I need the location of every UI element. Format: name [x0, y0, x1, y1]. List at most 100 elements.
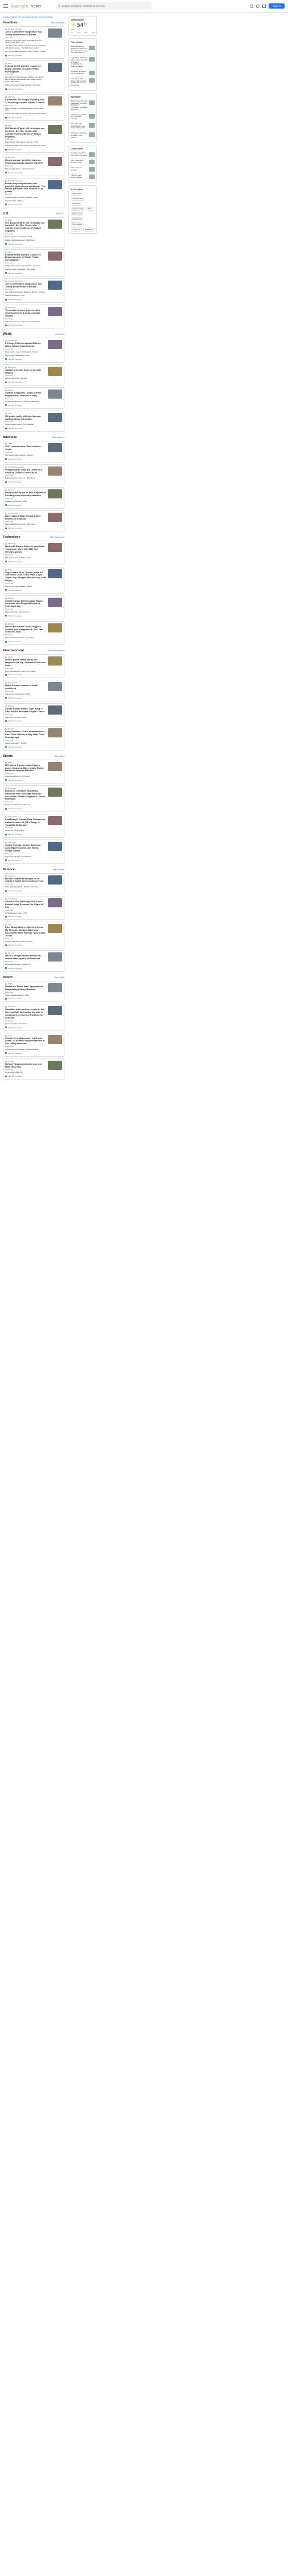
full-coverage-link[interactable]: View Full Coverage [5, 720, 62, 722]
story-card[interactable]: CNN COVID-19 in Wisconsin: 2,875 new case… [3, 1032, 64, 1057]
story-thumbnail[interactable] [48, 656, 62, 666]
full-coverage-link[interactable]: View Full Coverage [5, 1075, 62, 1077]
story-card[interactable]: Reuters Catalan Separatist Leader, Carles… [3, 387, 64, 409]
related-story[interactable]: White Sands footprints - The New York Ti… [5, 886, 62, 889]
section-title[interactable]: Health [3, 976, 13, 979]
full-coverage-link[interactable]: View Full Coverage [5, 116, 62, 119]
story-card[interactable]: Fox News Illinois woman identifies body a… [3, 155, 64, 176]
story-thumbnail[interactable] [48, 787, 62, 797]
signin-button[interactable]: Sign in [269, 3, 285, 9]
related-story[interactable]: Flying microchip - New Scientist [5, 611, 62, 614]
story-card[interactable]: STAT Where's a 'Force Free' Approach to D… [3, 980, 64, 1003]
topic-chip[interactable]: Brian Laundrie [71, 222, 84, 227]
section-more-link[interactable]: More World [55, 333, 64, 335]
story-card[interactable]: The Athletic Panthers: Christian McCaffre… [3, 785, 64, 813]
related-story[interactable]: Collierville shooting - The Commercial A… [5, 321, 62, 323]
related-story[interactable]: Quad leaders meet in Washington - Reuter… [5, 351, 62, 354]
section-title[interactable]: Technology [3, 536, 20, 539]
story-thumbnail[interactable] [48, 1006, 62, 1016]
related-story[interactable]: Kidney disease equation - NPR [5, 994, 62, 997]
apps-icon[interactable] [262, 4, 266, 8]
related-story[interactable]: NASA telescope plans - NPR [5, 912, 62, 915]
story-thumbnail[interactable] [48, 1035, 62, 1044]
story-card[interactable]: The Wall Street Journal Evergrande Is Onl… [3, 464, 64, 486]
full-coverage-link[interactable]: View Full Coverage [5, 481, 62, 483]
story-thumbnail[interactable] [48, 125, 62, 135]
covid-banner-link[interactable]: COVID-19 News: See the latest coverage o… [3, 16, 64, 18]
rail-item[interactable]: Prince George's students return [71, 159, 95, 167]
section-more-link[interactable]: More Health [54, 976, 64, 979]
story-thumbnail[interactable] [48, 412, 62, 422]
story-card[interactable]: Space.com Human footprints thought to be … [3, 873, 64, 895]
full-coverage-link[interactable]: View Full Coverage [5, 204, 62, 206]
story-card[interactable]: Engadget One of the Steam Deck's biggest … [3, 620, 64, 646]
story-card[interactable]: NBC News Canadian man punches nurse in th… [3, 1004, 64, 1031]
related-story[interactable]: Vampire bats share meals - Science [5, 940, 62, 943]
full-coverage-link[interactable]: View Full Coverage [5, 172, 62, 174]
story-card[interactable]: CBS Sports Justin Thomas, Jordan Spieth t… [3, 839, 64, 864]
search-input[interactable]: ⚲ Search for topics, locations & sources [56, 2, 152, 10]
story-thumbnail[interactable] [48, 29, 62, 38]
story-thumbnail[interactable] [48, 157, 62, 167]
section-more-link[interactable]: More Science [53, 869, 64, 871]
related-story[interactable]: CDC panel backs boosters - Reuters [5, 454, 62, 457]
full-coverage-link[interactable]: View Full Coverage [5, 779, 62, 781]
section-more-link[interactable]: More Sports [54, 755, 64, 757]
story-card[interactable]: ABC News Tennessee Kroger grocery store s… [3, 305, 64, 329]
story-thumbnail[interactable] [48, 63, 62, 72]
story-card[interactable]: ABC News Collierville, TN Kroger shooting… [3, 94, 64, 121]
story-thumbnail[interactable] [48, 366, 62, 376]
related-story[interactable]: Marsquake recorded - Space.com [5, 963, 62, 966]
story-card[interactable]: CNN UK police guilty killing of woman wal… [3, 410, 64, 432]
topic-chip[interactable]: Gabby Petito [71, 192, 83, 196]
story-card[interactable]: Billboard Carole Baskin Slams 'Tiger King… [3, 703, 64, 725]
section-more-link[interactable]: More Entertainment [48, 650, 64, 652]
section-title[interactable]: Business [3, 436, 17, 439]
related-story[interactable]: Mario movie cast revealed - Variety [5, 585, 62, 588]
story-card[interactable]: CNN Federal arrest warrant issued for Bri… [3, 249, 64, 277]
related-story[interactable]: Laundrie search continues - ABC News [5, 268, 62, 271]
related-story[interactable]: Evergrande bond payment - Bloomberg [5, 477, 62, 480]
story-thumbnail[interactable] [48, 597, 62, 607]
topic-chip[interactable]: Pfizer booster [71, 212, 84, 217]
story-thumbnail[interactable] [48, 705, 62, 715]
full-coverage-link[interactable]: View Full Coverage [5, 697, 62, 699]
related-story[interactable]: Suspect dead after shooting - The Commer… [5, 112, 62, 115]
story-thumbnail[interactable] [48, 842, 62, 851]
related-story[interactable]: Border agents on horseback - CNN [5, 236, 62, 238]
story-card[interactable]: Rolling Stone Willie Garson's cause of de… [3, 680, 64, 701]
full-coverage-link[interactable]: View Full Coverage [5, 1027, 62, 1029]
full-coverage-link[interactable]: View Full Coverage [5, 504, 62, 506]
full-coverage-link[interactable]: View Full Coverage [5, 358, 62, 360]
related-story[interactable]: Harry and Meghan in New York - People [5, 670, 62, 673]
rail-item[interactable]: Fact check: Mel Gibson did not claim COV… [71, 77, 95, 88]
story-card[interactable]: CNN I Got Blood With a Little Help From M… [3, 922, 64, 949]
full-coverage-link[interactable]: View Full Coverage [5, 243, 62, 245]
full-coverage-link[interactable]: View Full Coverage [5, 808, 62, 810]
topic-chip[interactable]: Quad summit [71, 217, 83, 222]
related-story[interactable]: Haitians at Texas border camp - The New … [5, 144, 62, 147]
related-story[interactable]: N64 games come to Switch - IGN [5, 557, 62, 559]
story-thumbnail[interactable] [48, 307, 62, 317]
story-thumbnail[interactable] [48, 251, 62, 261]
related-story[interactable]: Puigdemont detained in Sardinia - BBC Ne… [5, 400, 62, 403]
related-story[interactable]: Federal arrest warrant issued for Brian … [5, 76, 62, 83]
full-coverage-link[interactable]: View Full Coverage [5, 427, 62, 429]
story-thumbnail[interactable] [48, 489, 62, 499]
topic-chip[interactable]: Jan 6 subpoena [71, 197, 85, 201]
related-story[interactable]: Week 3 predictions - CBS Sports [5, 775, 62, 778]
topic-chip[interactable]: Kroger shooting [71, 207, 85, 212]
related-story[interactable]: Local health news - AP [5, 1071, 62, 1074]
story-card[interactable]: Deadline Early Addition: Citrus Grandmoth… [3, 726, 64, 751]
full-coverage-link[interactable]: View Full Coverage [5, 298, 62, 301]
related-story[interactable]: Wisconsin COVID update - Journal Sentine… [5, 1048, 62, 1051]
section-more-link[interactable]: More Headlines [51, 22, 64, 24]
weather-card[interactable]: Washington ☀ 54° F Clear Sat Sun Mon Tue [68, 16, 97, 36]
rail-item[interactable]: Fairfax County schools update [71, 173, 95, 181]
related-story[interactable]: Mass shooting at Tennessee Kroger grocer… [5, 107, 62, 112]
full-coverage-link[interactable]: View Full Coverage [5, 148, 62, 151]
full-coverage-link[interactable]: View Full Coverage [5, 1052, 62, 1054]
story-card[interactable]: Gizmodo Smallest-Ever Human-Made Flying S… [3, 595, 64, 619]
section-title[interactable]: Entertainment [3, 649, 24, 652]
full-coverage-link[interactable]: View Full Coverage [5, 458, 62, 460]
